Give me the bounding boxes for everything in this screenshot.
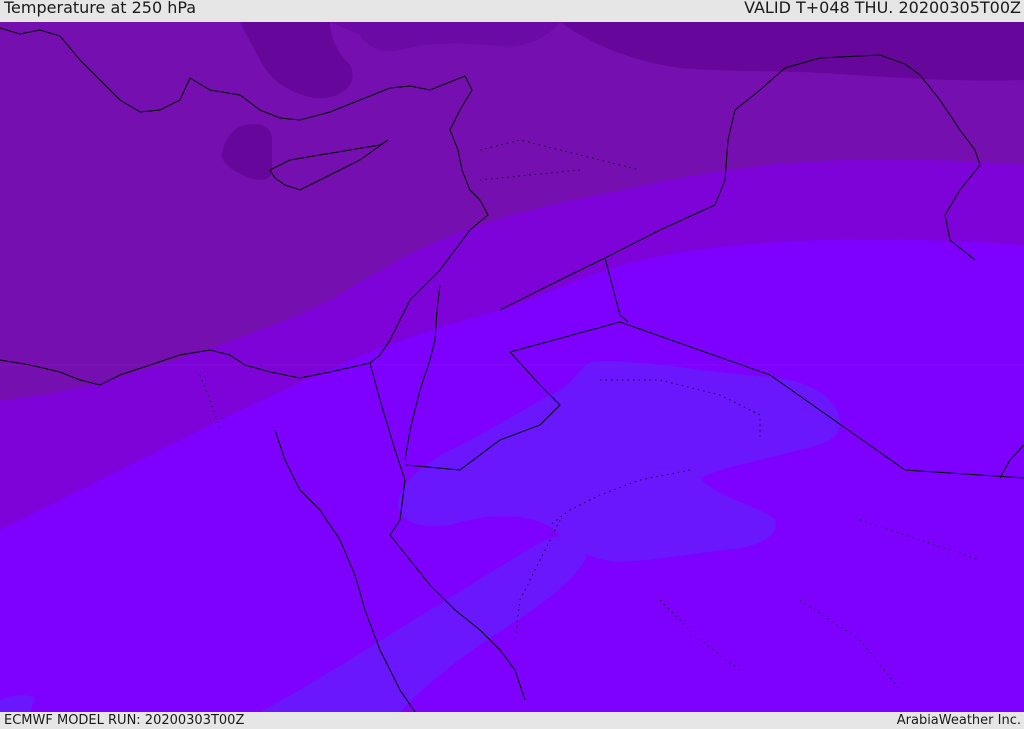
footer-bar: ECMWF MODEL RUN: 20200303T00Z ArabiaWeat… [0, 712, 1024, 729]
brand-label: ArabiaWeather Inc. [896, 713, 1021, 728]
valid-time: VALID T+048 THU. 20200305T00Z [744, 0, 1021, 17]
temperature-map [0, 22, 1024, 712]
model-run-label: ECMWF MODEL RUN: 20200303T00Z [4, 713, 245, 728]
map-title: Temperature at 250 hPa [4, 0, 197, 17]
header-bar: Temperature at 250 hPa VALID T+048 THU. … [0, 0, 1024, 22]
